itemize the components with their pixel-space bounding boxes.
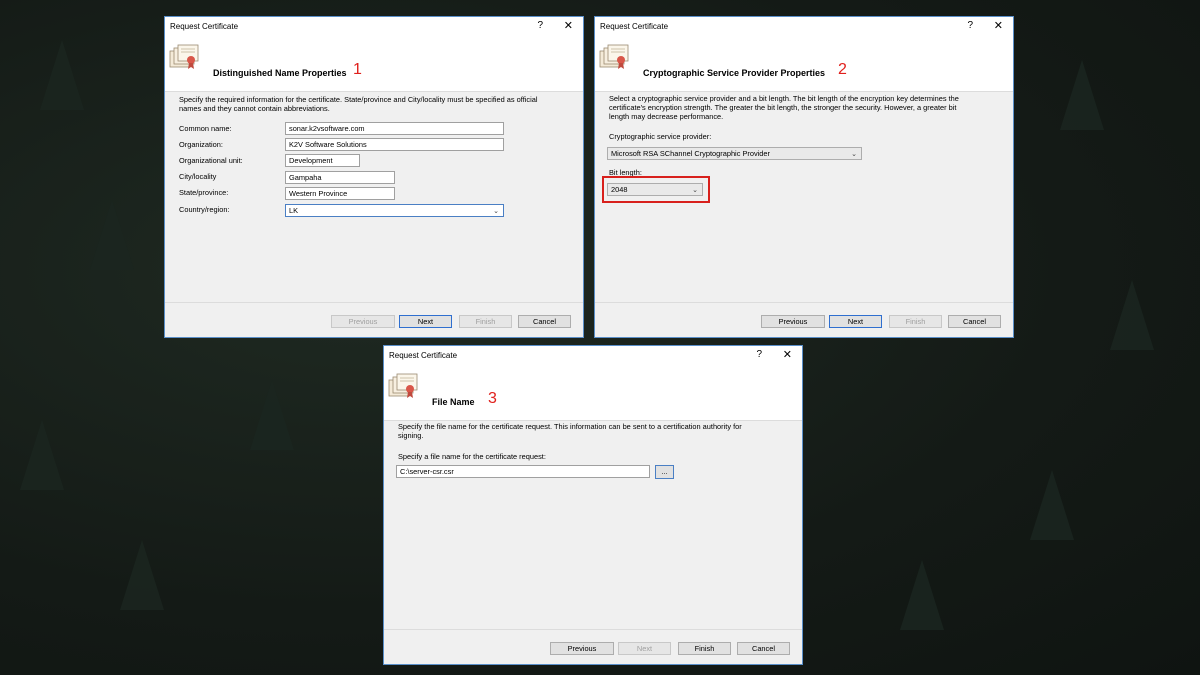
org-unit-input[interactable]: Development <box>285 154 360 167</box>
common-name-input[interactable]: sonar.k2vsoftware.com <box>285 122 504 135</box>
certificate-icon <box>388 373 418 398</box>
wizard-header: Cryptographic Service Provider Propertie… <box>595 37 1013 92</box>
background-tree <box>1060 60 1104 130</box>
csp-select[interactable]: Microsoft RSA SChannel Cryptographic Pro… <box>607 147 862 160</box>
cancel-button[interactable]: Cancel <box>737 642 790 655</box>
csp-label: Cryptographic service provider: <box>609 132 712 141</box>
titlebar: Request Certificate ? ✕ <box>384 346 802 366</box>
background-tree <box>40 40 84 110</box>
next-button[interactable]: Next <box>829 315 882 328</box>
finish-button[interactable]: Finish <box>889 315 942 328</box>
background-tree <box>1110 280 1154 350</box>
background-tree <box>1030 470 1074 540</box>
step-number: 1 <box>353 61 362 78</box>
city-label: City/locality <box>179 172 217 181</box>
file-name-label: Specify a file name for the certificate … <box>398 452 546 461</box>
org-unit-label: Organizational unit: <box>179 156 243 165</box>
description: Select a cryptographic service provider … <box>609 94 959 121</box>
state-input[interactable]: Western Province <box>285 187 395 200</box>
dialog-distinguished-name: Request Certificate ? ✕ Distinguished Na… <box>164 16 584 338</box>
close-button[interactable]: ✕ <box>783 348 792 361</box>
city-input[interactable]: Gampaha <box>285 171 395 184</box>
page-title: File Name <box>432 397 475 407</box>
chevron-down-icon[interactable]: ⌄ <box>493 207 499 216</box>
description: Specify the required information for the… <box>179 95 538 113</box>
organization-label: Organization: <box>179 140 223 149</box>
certificate-icon <box>599 44 629 69</box>
previous-button[interactable]: Previous <box>331 315 395 328</box>
dialog-csp: Request Certificate ? ✕ Cryptographic Se… <box>594 16 1014 338</box>
cancel-button[interactable]: Cancel <box>948 315 1001 328</box>
close-button[interactable]: ✕ <box>994 19 1003 32</box>
highlight-box <box>602 176 710 203</box>
common-name-label: Common name: <box>179 124 232 133</box>
window-title: Request Certificate <box>600 22 669 31</box>
finish-button[interactable]: Finish <box>678 642 731 655</box>
titlebar: Request Certificate ? ✕ <box>595 17 1013 37</box>
titlebar: Request Certificate ? ✕ <box>165 17 583 37</box>
wizard-header: Distinguished Name Properties 1 <box>165 37 583 92</box>
browse-button[interactable]: ... <box>655 465 674 479</box>
country-value: LK <box>289 206 299 215</box>
help-button[interactable]: ? <box>537 20 543 31</box>
country-select[interactable]: LK ⌄ <box>285 204 504 217</box>
background-tree <box>20 420 64 490</box>
footer-divider <box>165 302 583 303</box>
step-number: 2 <box>838 61 847 78</box>
close-button[interactable]: ✕ <box>564 19 573 32</box>
description: Specify the file name for the certificat… <box>398 422 742 440</box>
next-button[interactable]: Next <box>618 642 671 655</box>
wizard-header: File Name 3 <box>384 366 802 421</box>
previous-button[interactable]: Previous <box>761 315 825 328</box>
page-title: Distinguished Name Properties <box>213 68 347 78</box>
previous-button[interactable]: Previous <box>550 642 614 655</box>
background-tree <box>120 540 164 610</box>
organization-input[interactable]: K2V Software Solutions <box>285 138 504 151</box>
background-tree <box>90 200 134 270</box>
chevron-down-icon[interactable]: ⌄ <box>851 150 857 160</box>
next-button[interactable]: Next <box>399 315 452 328</box>
help-button[interactable]: ? <box>967 20 973 31</box>
dialog-file-name: Request Certificate ? ✕ File Name 3 Spec… <box>383 345 803 665</box>
step-number: 3 <box>488 390 497 407</box>
country-label: Country/region: <box>179 205 230 214</box>
cancel-button[interactable]: Cancel <box>518 315 571 328</box>
background-tree <box>250 380 294 450</box>
certificate-icon <box>169 44 199 69</box>
footer-divider <box>595 302 1013 303</box>
footer-divider <box>384 629 802 630</box>
csp-value: Microsoft RSA SChannel Cryptographic Pro… <box>611 149 770 158</box>
help-button[interactable]: ? <box>756 349 762 360</box>
window-title: Request Certificate <box>170 22 239 31</box>
finish-button[interactable]: Finish <box>459 315 512 328</box>
background-tree <box>900 560 944 630</box>
file-name-input[interactable]: C:\server-csr.csr <box>396 465 650 478</box>
state-label: State/province: <box>179 188 229 197</box>
page-title: Cryptographic Service Provider Propertie… <box>643 68 826 78</box>
window-title: Request Certificate <box>389 351 458 360</box>
